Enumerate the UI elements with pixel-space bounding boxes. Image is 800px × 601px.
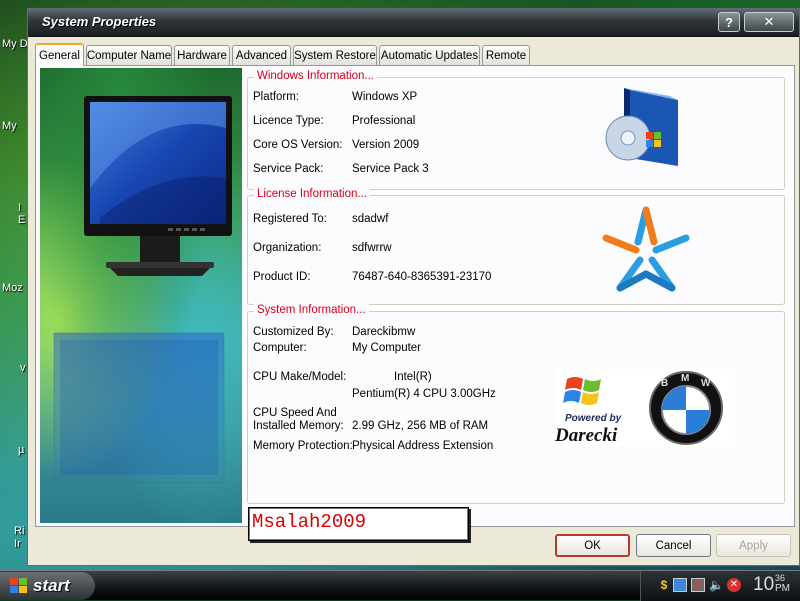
cpu-model-value: Pentium(R) 4 CPU 3.00GHz <box>352 388 496 400</box>
title-bar[interactable]: System Properties ? ✕ <box>28 9 799 37</box>
organization-label: Organization: <box>253 242 322 254</box>
group-title: System Information... <box>254 304 369 316</box>
apply-button[interactable]: Apply <box>716 534 791 557</box>
tab-remote[interactable]: Remote <box>482 45 530 65</box>
registered-to-label: Registered To: <box>253 213 327 225</box>
memory-protection-value: Physical Address Extension <box>352 440 494 452</box>
organization-value: sdfwrrw <box>352 242 392 254</box>
core-os-version-label: Core OS Version: <box>253 139 343 151</box>
monitor-icon <box>53 96 232 484</box>
bmw-letter: M <box>681 373 689 384</box>
group-title: License Information... <box>254 188 370 200</box>
desktop-icon-label[interactable]: My <box>2 120 17 132</box>
clock-hour[interactable]: 10 <box>753 574 774 596</box>
tray-s-icon[interactable]: $ <box>657 578 671 592</box>
windows-xp-box-icon <box>605 88 678 166</box>
cpu-speed-label: CPU Speed And <box>253 407 337 419</box>
computer-label: Computer: <box>253 342 307 354</box>
group-title: Windows Information... <box>254 70 377 82</box>
desktop-icon-label[interactable]: Ri <box>14 525 24 537</box>
windows-flag-icon <box>563 377 601 405</box>
bmw-logo-icon: B M W <box>649 371 723 445</box>
clock-minute: 36 <box>775 573 786 583</box>
platform-label: Platform: <box>253 91 300 103</box>
system-artwork <box>40 68 242 523</box>
computer-value: My Computer <box>352 342 422 354</box>
author-text: Darecki <box>555 425 618 446</box>
help-button[interactable]: ? <box>718 12 740 32</box>
tab-automatic-updates[interactable]: Automatic Updates <box>379 45 480 65</box>
tab-system-restore[interactable]: System Restore <box>293 45 377 65</box>
product-id-value: 76487-640-8365391-23170 <box>352 271 492 283</box>
windows-flag-icon <box>10 578 27 593</box>
registered-to-value: sdadwf <box>352 213 389 225</box>
cpu-make-label: CPU Make/Model: <box>253 371 347 383</box>
licence-type-label: Licence Type: <box>253 115 324 127</box>
windows-information-group: Windows Information... Platform: Windows… <box>247 70 785 190</box>
desktop-icon-label[interactable]: v <box>20 362 26 374</box>
system-tray: $ ✗ 🔈 ✕ 10 36 PM <box>640 571 800 601</box>
tab-advanced[interactable]: Advanced <box>232 45 291 65</box>
clock-ampm: PM <box>775 583 790 594</box>
desktop-icon-label[interactable]: E <box>18 214 25 226</box>
start-label: start <box>33 576 70 595</box>
product-id-label: Product ID: <box>253 271 311 283</box>
window-title: System Properties <box>42 14 157 29</box>
platform-value: Windows XP <box>352 91 418 103</box>
watermark-textbox: Msalah2009 <box>248 507 469 541</box>
tab-computer-name[interactable]: Computer Name <box>86 45 172 65</box>
desktop-icon-label[interactable]: I <box>18 202 21 214</box>
bmw-letter: B <box>661 378 668 389</box>
start-button[interactable]: start <box>0 572 95 600</box>
network-icon[interactable] <box>673 578 687 592</box>
tab-general[interactable]: General <box>35 43 84 66</box>
watermark-text: Msalah2009 <box>252 511 367 533</box>
service-pack-label: Service Pack: <box>253 163 324 175</box>
bmw-letter: W <box>701 378 711 389</box>
service-pack-value: Service Pack 3 <box>352 163 429 175</box>
customized-by-value: Dareckibmw <box>352 326 416 338</box>
customized-by-label: Customized By: <box>253 326 334 338</box>
cpu-make-value: Intel(R) <box>394 371 432 383</box>
safely-remove-icon[interactable]: ✗ <box>691 578 705 593</box>
cpu-speed-value: 2.99 GHz, 256 MB of RAM <box>352 420 489 432</box>
desktop-icon-label[interactable]: My D <box>2 38 28 50</box>
system-information-group: System Information... Customized By: Dar… <box>247 304 785 504</box>
memory-protection-label: Memory Protection: <box>253 440 353 452</box>
general-tab-panel: Windows Information... Platform: Windows… <box>35 65 795 541</box>
powered-by-text: Powered by <box>565 413 622 424</box>
installed-memory-label: Installed Memory: <box>253 420 344 432</box>
close-button[interactable]: ✕ <box>744 12 794 32</box>
taskbar: start $ ✗ 🔈 ✕ 10 36 PM <box>0 570 800 601</box>
desktop-icon-label[interactable]: Ir <box>14 538 21 550</box>
oem-logo: Powered by Darecki B M W <box>555 369 735 447</box>
desktop-icon-label[interactable]: Moz <box>2 282 23 294</box>
star-logo-icon <box>602 206 690 292</box>
desktop-icon-label[interactable]: µ <box>18 444 24 456</box>
close-icon: ✕ <box>763 14 775 29</box>
ok-button[interactable]: OK <box>555 534 630 557</box>
tab-hardware[interactable]: Hardware <box>174 45 230 65</box>
security-alert-icon[interactable]: ✕ <box>727 578 741 592</box>
volume-icon[interactable]: 🔈 <box>709 578 724 592</box>
license-information-group: License Information... Registered To: sd… <box>247 188 785 305</box>
core-os-version-value: Version 2009 <box>352 139 420 151</box>
cancel-button[interactable]: Cancel <box>636 534 711 557</box>
licence-type-value: Professional <box>352 115 416 127</box>
system-properties-window: System Properties ? ✕ General Computer N… <box>27 8 800 566</box>
